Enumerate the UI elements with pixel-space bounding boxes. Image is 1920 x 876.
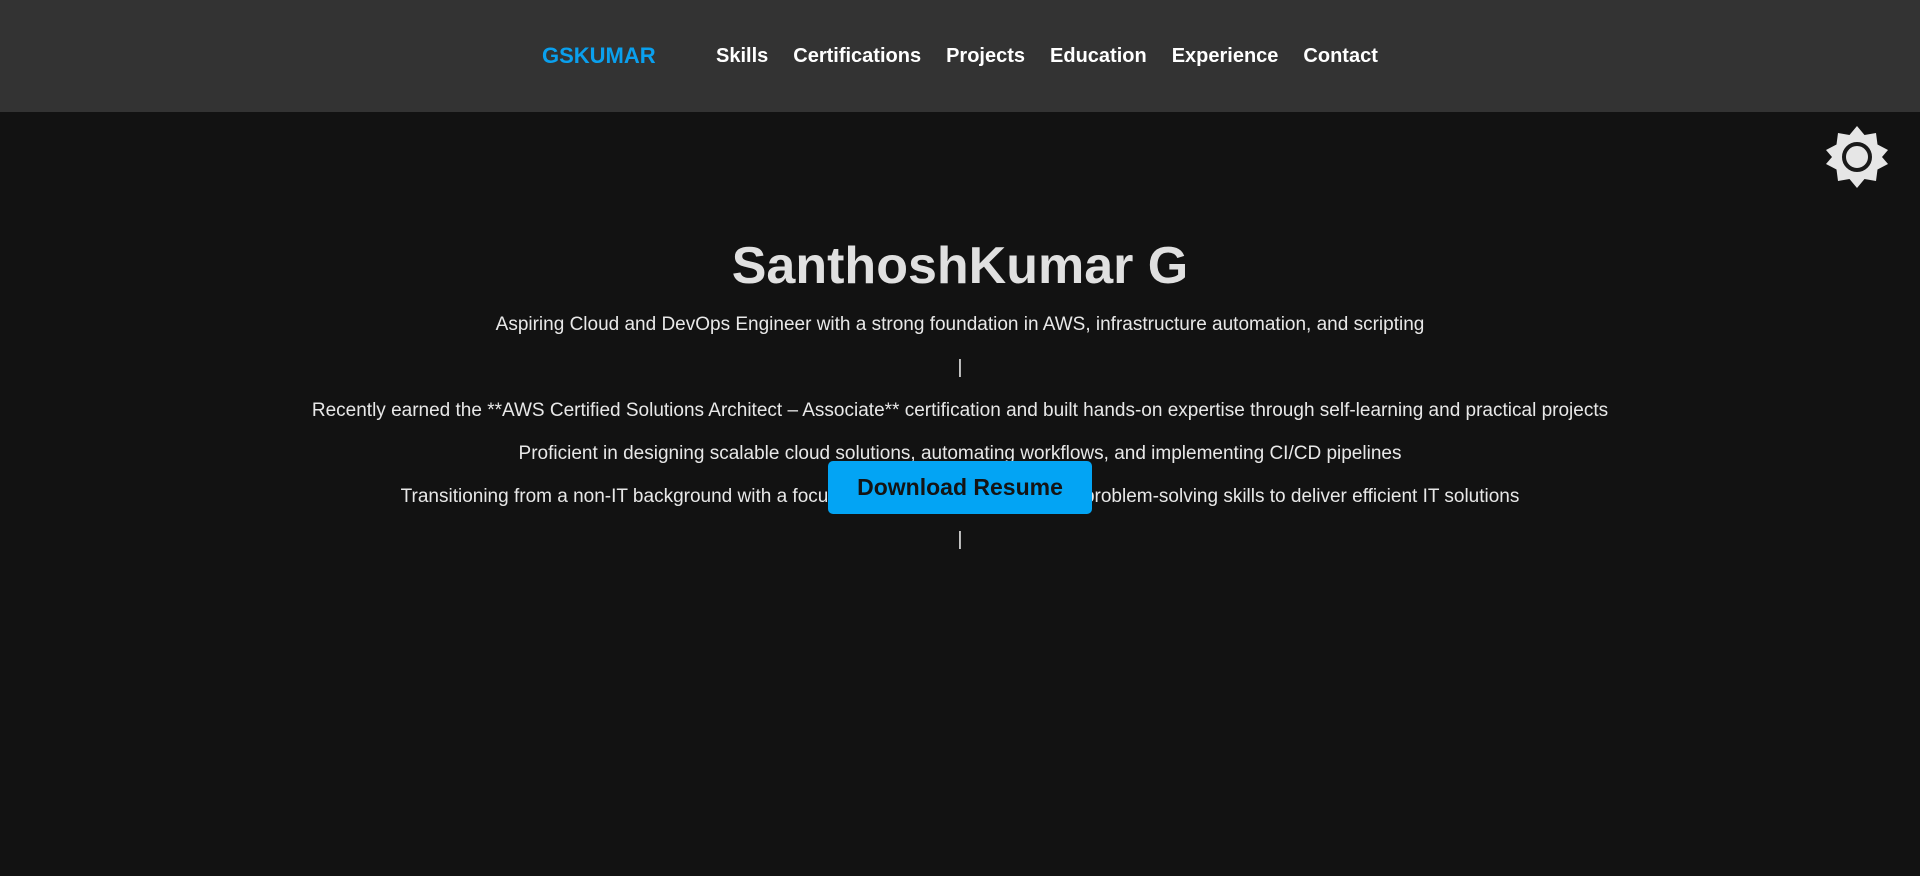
sun-icon	[1826, 126, 1888, 188]
top-navbar: GSKUMAR Skills Certifications Projects E…	[0, 0, 1920, 112]
nav-link-education[interactable]: Education	[1050, 45, 1147, 67]
nav-item-certifications: Certifications	[793, 42, 921, 70]
nav-item-contact: Contact	[1303, 42, 1377, 70]
nav-link-certifications[interactable]: Certifications	[793, 45, 921, 67]
hero-line-certification: Recently earned the **AWS Certified Solu…	[311, 400, 1609, 421]
hero-tagline: Aspiring Cloud and DevOps Engineer with …	[495, 314, 1425, 335]
nav-link-projects[interactable]: Projects	[946, 45, 1025, 67]
nav-link-contact[interactable]: Contact	[1303, 45, 1377, 67]
nav-links: Skills Certifications Projects Education…	[716, 42, 1378, 70]
theme-toggle-button[interactable]	[1824, 124, 1890, 190]
download-resume-button[interactable]: Download Resume	[828, 461, 1092, 514]
brand-logo-link[interactable]: GSKUMAR	[542, 42, 656, 70]
hero-separator-2: |	[957, 529, 963, 550]
hero-name-heading: SanthoshKumar G	[731, 237, 1189, 295]
nav-item-education: Education	[1050, 42, 1147, 70]
nav-item-skills: Skills	[716, 42, 768, 70]
nav-link-experience[interactable]: Experience	[1172, 45, 1279, 67]
nav-link-skills[interactable]: Skills	[716, 45, 768, 67]
hero-separator-1: |	[957, 357, 963, 378]
nav-item-projects: Projects	[946, 42, 1025, 70]
nav-item-experience: Experience	[1172, 42, 1279, 70]
